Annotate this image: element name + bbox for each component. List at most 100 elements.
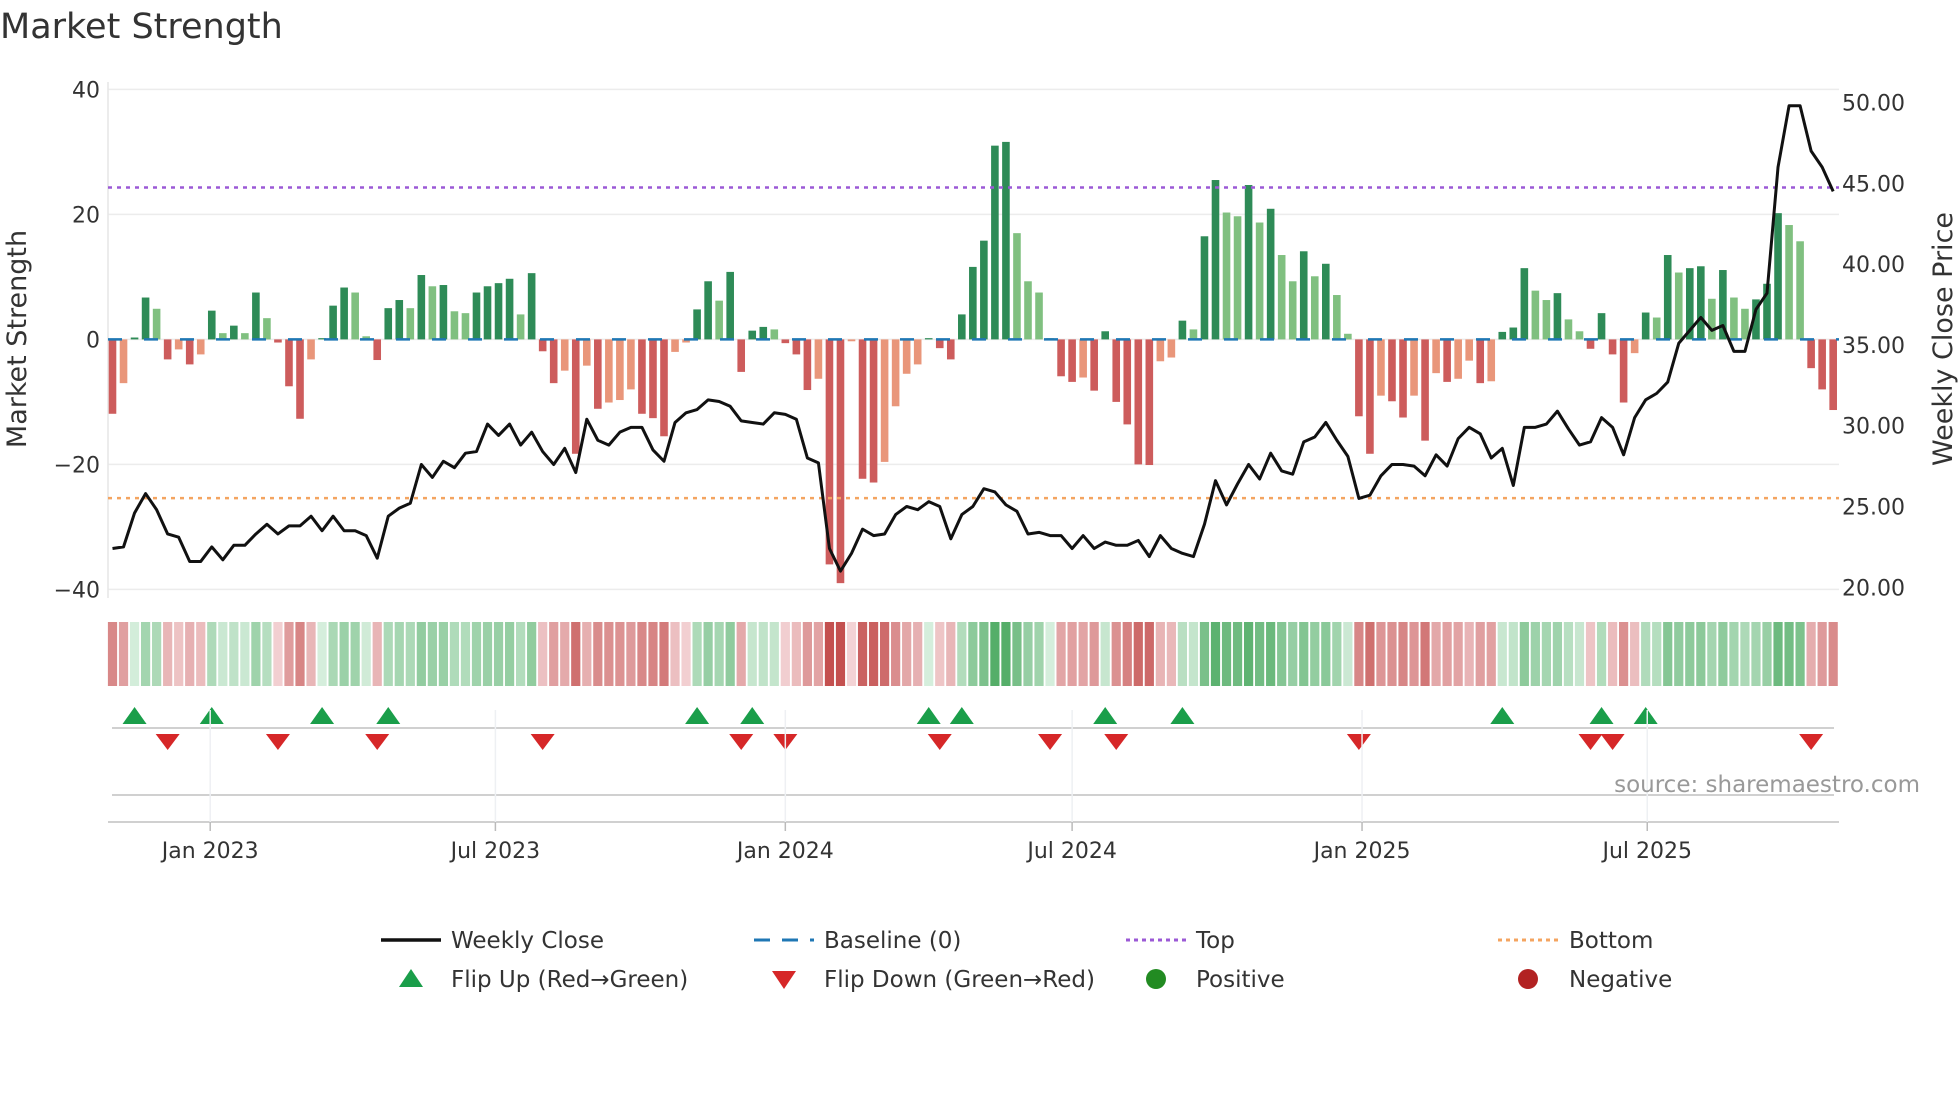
strip-cell — [218, 622, 228, 686]
strength-bar — [891, 339, 900, 407]
strip-cell — [240, 622, 250, 686]
flip-down-marker — [1038, 734, 1063, 750]
strength-heat-strip — [107, 622, 1838, 686]
strip-cell — [1056, 622, 1066, 686]
strength-bar — [373, 339, 382, 361]
strength-bar — [549, 339, 558, 384]
strength-bar — [163, 339, 172, 360]
market-strength-chart: Market Strength 40 20 0 −20 −40 50.00 45.00 40… — [0, 7, 1959, 993]
legend-label: Negative — [1569, 967, 1672, 993]
legend-label: Top — [1195, 928, 1235, 954]
strength-bar — [1730, 297, 1738, 340]
strength-bar — [1134, 339, 1143, 465]
strength-bar — [1211, 180, 1220, 340]
strength-bar — [1288, 281, 1297, 340]
strength-bar — [1266, 208, 1275, 340]
strength-bar — [428, 286, 437, 340]
strength-bar — [946, 339, 955, 360]
strip-cell — [1464, 622, 1474, 686]
strength-bar — [285, 339, 293, 387]
strip-cell — [1431, 622, 1441, 686]
strip-cell — [328, 622, 338, 686]
strength-bar — [1233, 216, 1242, 340]
strip-cell — [703, 622, 713, 686]
source-credit: source: sharemaestro.com — [1614, 772, 1920, 798]
strength-bar — [1388, 339, 1396, 402]
strength-bar — [869, 339, 878, 483]
strip-cell — [207, 622, 217, 686]
y2-tick-label: 20.00 — [1842, 576, 1905, 601]
strength-bar — [351, 292, 359, 340]
strip-cell — [1012, 622, 1022, 686]
flip-down-marker — [155, 734, 180, 750]
legend: Weekly Close Baseline (0) Top Bottom Flip Up… — [381, 928, 1672, 993]
strength-bar — [196, 339, 205, 355]
strength-bar — [1785, 225, 1793, 340]
strip-cell — [1133, 622, 1143, 686]
strip-cell — [1067, 622, 1077, 686]
strength-bar — [252, 292, 260, 340]
strip-cell — [582, 622, 592, 686]
strength-bar — [1818, 339, 1826, 390]
strip-cell — [527, 622, 537, 686]
strength-bar — [969, 266, 977, 340]
flip-down-marker — [1799, 734, 1824, 750]
strength-bar — [1652, 317, 1661, 340]
strength-bar — [185, 339, 194, 365]
strength-bar — [527, 273, 536, 340]
strip-cell — [1519, 622, 1529, 686]
strength-bar — [450, 311, 459, 340]
strength-bar — [130, 337, 139, 340]
strength-bar — [1432, 339, 1440, 374]
strip-cell — [593, 622, 603, 686]
strength-bar — [472, 292, 481, 340]
strength-bar — [1178, 320, 1187, 340]
strength-bar — [1509, 327, 1518, 340]
strip-cell — [516, 622, 526, 686]
strip-cell — [405, 622, 415, 686]
strip-cell — [1277, 622, 1287, 686]
strip-cell — [174, 622, 184, 686]
strip-cell — [747, 622, 757, 686]
strength-bar — [1498, 331, 1507, 340]
strength-bar — [1101, 331, 1109, 340]
strip-cell — [1817, 622, 1827, 686]
strip-cell — [957, 622, 967, 686]
strip-cell — [306, 622, 316, 686]
strip-cell — [460, 622, 471, 686]
strip-cell — [471, 622, 482, 686]
strip-cell — [482, 622, 493, 686]
strength-bar — [1156, 339, 1165, 362]
y2-tick-label: 45.00 — [1842, 172, 1905, 197]
strength-bar — [1145, 339, 1154, 466]
strip-cell — [196, 622, 206, 686]
strength-bar — [1674, 272, 1683, 340]
strength-bar — [1807, 339, 1815, 369]
strength-bar — [1090, 339, 1098, 391]
strip-cell — [394, 622, 404, 686]
strip-cell — [736, 622, 746, 686]
legend-item: Bottom — [1498, 928, 1653, 954]
strength-bar — [1454, 339, 1462, 379]
strength-bar — [726, 271, 734, 340]
y-tick-label: 20 — [72, 203, 100, 228]
strength-bar — [1421, 339, 1429, 441]
flip-up-marker — [199, 707, 224, 724]
strength-bar — [1619, 339, 1628, 403]
strip-cell — [1541, 622, 1551, 686]
flip-up-marker — [949, 707, 974, 724]
strength-bar — [924, 338, 933, 340]
x-tick-label: Jul 2025 — [1600, 839, 1692, 864]
strength-bar — [1597, 313, 1606, 340]
strength-bar — [847, 339, 856, 342]
left-axis-ticks: 40 20 0 −20 −40 — [54, 78, 100, 603]
strength-bar — [1299, 251, 1308, 340]
strip-cell — [1343, 622, 1353, 686]
strip-cell — [571, 622, 581, 686]
strength-bar — [1542, 300, 1551, 340]
x-tick-label: Jan 2025 — [1312, 839, 1411, 864]
strip-cell — [1619, 622, 1629, 686]
y-tick-label: 40 — [72, 78, 100, 103]
strip-cell — [1508, 622, 1518, 686]
strip-cell — [604, 622, 614, 686]
